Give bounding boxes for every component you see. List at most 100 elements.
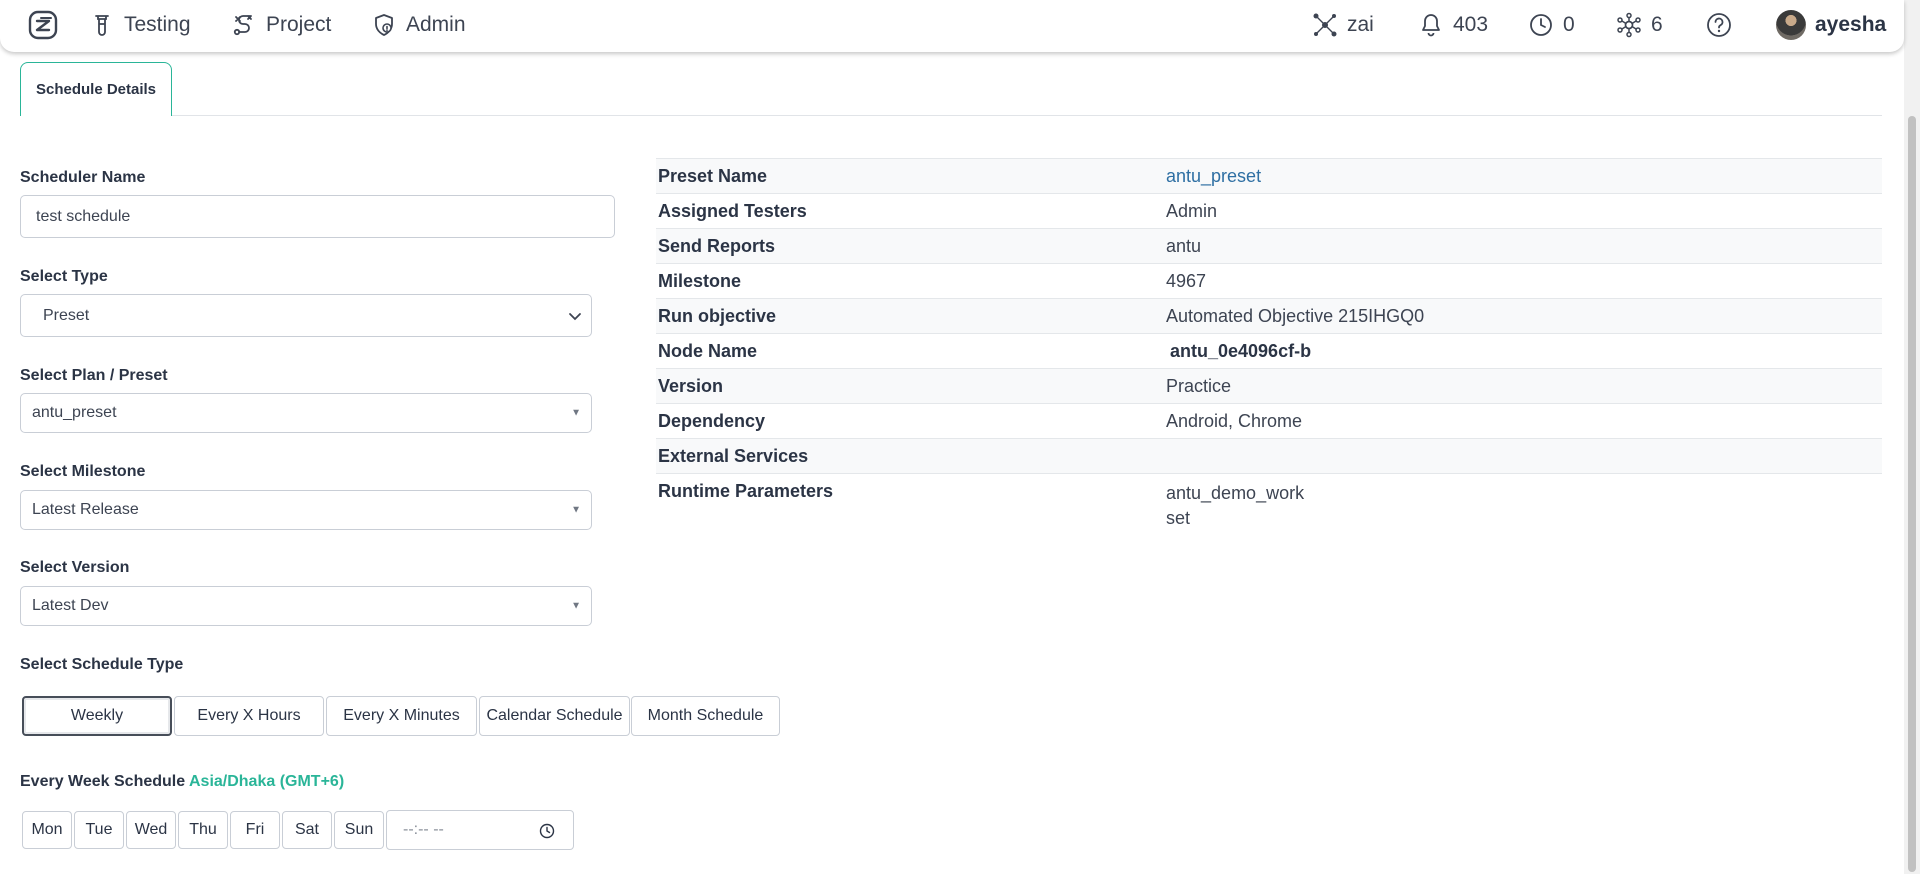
row-value: Android, Chrome	[1166, 410, 1303, 431]
history-count: 0	[1563, 13, 1575, 36]
nav-testing-label: Testing	[124, 13, 191, 36]
day-thu[interactable]: Thu	[178, 811, 228, 849]
tab-schedule-details[interactable]: Schedule Details	[20, 62, 172, 116]
day-fri[interactable]: Fri	[230, 811, 280, 849]
row-value: antu	[1166, 235, 1202, 256]
table-row: Preset Name antu_preset	[656, 158, 1882, 193]
notifications-count: 403	[1453, 13, 1489, 36]
row-key: Run objective	[658, 305, 777, 326]
scheduler-name-input[interactable]	[20, 195, 615, 238]
network-icon	[1313, 13, 1337, 37]
select-version-label: Select Version	[20, 559, 130, 576]
chevron-down-icon	[569, 312, 581, 320]
nav-admin-label: Admin	[406, 13, 466, 36]
row-key: Milestone	[658, 270, 742, 291]
schedule-type-label: Select Schedule Type	[20, 656, 184, 673]
user-menu[interactable]: ayesha	[1776, 0, 1886, 50]
day-sat[interactable]: Sat	[282, 811, 332, 849]
scrollbar-thumb[interactable]	[1908, 116, 1916, 872]
select-plan-dropdown[interactable]: antu_preset ▼	[20, 393, 592, 433]
select-milestone-dropdown[interactable]: Latest Release ▼	[20, 490, 592, 530]
clock-icon[interactable]	[539, 823, 555, 839]
select-milestone-value: Latest Release	[32, 501, 139, 518]
scheduler-name-label: Scheduler Name	[20, 169, 146, 186]
help-button[interactable]	[1706, 0, 1732, 50]
week-schedule-text: Every Week Schedule	[20, 773, 186, 790]
zai-button[interactable]: zai	[1312, 0, 1374, 50]
row-value: Practice	[1166, 375, 1232, 396]
nav-project[interactable]: Project	[232, 0, 331, 50]
history-button[interactable]: 0	[1528, 0, 1575, 50]
nodes-button[interactable]: 6	[1616, 0, 1663, 50]
notifications-button[interactable]: 403	[1418, 0, 1488, 50]
select-plan-value: antu_preset	[32, 404, 117, 421]
select-type-value: Preset	[43, 306, 90, 324]
week-schedule-label: Every Week Schedule Asia/Dhaka (GMT+6)	[20, 773, 344, 791]
table-row: Send Reports antu	[656, 228, 1882, 263]
table-row: Milestone 4967	[656, 263, 1882, 298]
row-key: Node Name	[658, 340, 758, 361]
flask-icon	[95, 15, 109, 36]
row-value: antu_0e4096cf-b	[1170, 340, 1312, 361]
bell-icon	[1422, 14, 1440, 37]
avatar	[1776, 10, 1806, 40]
nav-testing[interactable]: Testing	[90, 0, 191, 50]
table-row: Run objective Automated Objective 215IHG…	[656, 298, 1882, 333]
schedule-type-month[interactable]: Month Schedule	[631, 696, 780, 736]
time-input[interactable]: --:-- --	[386, 810, 574, 850]
time-placeholder: --:-- --	[403, 821, 444, 838]
timezone-text: Asia/Dhaka (GMT+6)	[188, 773, 345, 790]
caret-down-icon: ▼	[571, 407, 581, 419]
runtime-param-line1: antu_demo_work	[1166, 483, 1305, 503]
select-type-label: Select Type	[20, 268, 108, 285]
preset-name-link[interactable]: antu_preset	[1166, 166, 1882, 187]
schedule-type-every-x-hours[interactable]: Every X Hours	[174, 696, 324, 736]
nav-project-label: Project	[266, 13, 332, 36]
table-row: Runtime Parameters antu_demo_work set	[656, 473, 1882, 531]
table-row: Node Name antu_0e4096cf-b	[656, 333, 1882, 368]
top-navbar: Testing Project Admin zai 403 0 6 ayesha	[0, 0, 1904, 52]
tab-divider	[20, 115, 1882, 116]
row-key: Runtime Parameters	[658, 481, 834, 501]
row-key: External Services	[658, 445, 809, 466]
schedule-details-table: Preset Name antu_preset Assigned Testers…	[656, 158, 1882, 531]
row-key: Assigned Testers	[658, 200, 807, 221]
row-key: Send Reports	[658, 235, 776, 256]
schedule-type-weekly[interactable]: Weekly	[22, 696, 172, 736]
row-value: Automated Objective 215IHGQ0	[1166, 305, 1425, 326]
nodes-count: 6	[1651, 13, 1663, 36]
shield-icon	[375, 14, 393, 36]
caret-down-icon: ▼	[571, 600, 581, 612]
clock-icon	[1530, 14, 1552, 36]
page-scrollbar[interactable]	[1904, 0, 1920, 874]
select-plan-label: Select Plan / Preset	[20, 367, 168, 384]
table-row: Dependency Android, Chrome	[656, 403, 1882, 438]
table-row: External Services	[656, 438, 1882, 473]
row-value: Admin	[1166, 200, 1218, 221]
select-milestone-label: Select Milestone	[20, 463, 146, 480]
day-sun[interactable]: Sun	[334, 811, 384, 849]
row-value: antu_demo_work set	[1166, 481, 1882, 531]
username: ayesha	[1815, 13, 1887, 36]
schedule-type-calendar[interactable]: Calendar Schedule	[479, 696, 630, 736]
caret-down-icon: ▼	[571, 504, 581, 516]
route-icon	[233, 15, 252, 36]
help-icon	[1707, 13, 1731, 37]
select-version-dropdown[interactable]: Latest Dev ▼	[20, 586, 592, 626]
row-key: Preset Name	[658, 165, 768, 186]
day-mon[interactable]: Mon	[22, 811, 72, 849]
row-value: 4967	[1166, 270, 1207, 291]
runtime-param-line2: set	[1166, 508, 1191, 528]
zai-label: zai	[1347, 13, 1374, 36]
day-wed[interactable]: Wed	[126, 811, 176, 849]
schedule-type-every-x-minutes[interactable]: Every X Minutes	[326, 696, 477, 736]
app-logo-icon[interactable]	[28, 10, 58, 40]
row-key: Dependency	[658, 410, 766, 431]
table-row: Assigned Testers Admin	[656, 193, 1882, 228]
row-key: Version	[658, 375, 724, 396]
select-type-dropdown[interactable]: Preset	[20, 294, 592, 337]
table-row: Version Practice	[656, 368, 1882, 403]
nodes-icon	[1617, 12, 1641, 38]
day-tue[interactable]: Tue	[74, 811, 124, 849]
nav-admin[interactable]: Admin	[372, 0, 466, 50]
